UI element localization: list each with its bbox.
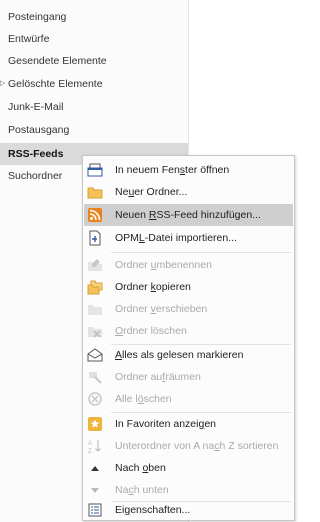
folder-label: Posteingang: [8, 11, 67, 23]
folder-postausgang[interactable]: Postausgang: [0, 119, 188, 141]
menu-item-mark-all-read[interactable]: Alles als gelesen markieren: [84, 344, 293, 366]
menu-item-move-up[interactable]: Nach oben: [84, 457, 293, 479]
menu-item-label: Ordner verschieben: [115, 303, 208, 315]
menu-item-delete-folder[interactable]: Ordner löschen: [84, 320, 293, 342]
triangle-down-icon: [87, 482, 103, 498]
mark-read-icon: [87, 347, 103, 363]
menu-item-sort-subfolders[interactable]: AZ Unterordner von A nach Z sortieren: [84, 435, 293, 457]
folder-gesendete-elemente[interactable]: Gesendete Elemente: [0, 50, 188, 72]
delete-folder-icon: [87, 323, 103, 339]
move-folder-icon: [87, 301, 103, 317]
folder-posteingang[interactable]: Posteingang: [0, 6, 188, 28]
sort-az-icon: AZ: [87, 438, 103, 454]
folder-entwuerfe[interactable]: Entwürfe: [0, 28, 188, 50]
context-menu: In neuem Fenster öffnen Neuer Ordner... …: [82, 155, 295, 521]
menu-item-open-new-window[interactable]: In neuem Fenster öffnen: [84, 159, 293, 181]
copy-folder-icon: [87, 279, 103, 295]
menu-item-label: Ordner umbenennen: [115, 259, 212, 271]
menu-item-label: Ordner kopieren: [115, 281, 191, 293]
menu-item-label: Neuer Ordner...: [115, 186, 188, 198]
menu-item-label: In Favoriten anzeigen: [115, 418, 216, 430]
menu-item-rename-folder[interactable]: Ordner umbenennen: [84, 254, 293, 276]
menu-item-label: OPML-Datei importieren...: [115, 232, 237, 244]
svg-text:Z: Z: [88, 449, 92, 454]
menu-item-label: Nach unten: [115, 484, 169, 496]
menu-item-clean-up-folder[interactable]: Ordner aufräumen: [84, 366, 293, 388]
folder-label: Suchordner: [8, 170, 63, 182]
menu-item-move-down[interactable]: Nach unten: [84, 479, 293, 501]
delete-all-icon: [87, 391, 103, 407]
folder-junk-e-mail[interactable]: Junk-E-Mail: [0, 96, 188, 118]
menu-item-properties[interactable]: Eigenschaften...: [84, 499, 293, 521]
properties-icon: [87, 502, 103, 518]
menu-item-show-in-favorites[interactable]: In Favoriten anzeigen: [84, 413, 293, 435]
clean-up-icon: [87, 369, 103, 385]
menu-item-label: In neuem Fenster öffnen: [115, 164, 230, 176]
folder-label: RSS-Feeds: [8, 148, 64, 160]
svg-text:A: A: [88, 441, 92, 447]
new-folder-icon: [87, 184, 103, 200]
menu-item-delete-all[interactable]: Alle löschen: [84, 388, 293, 410]
menu-item-label: Eigenschaften...: [115, 504, 191, 516]
menu-item-label: Ordner löschen: [115, 325, 187, 337]
open-window-icon: [87, 162, 103, 178]
folder-label: Gelöschte Elemente: [8, 78, 103, 90]
menu-item-label: Nach oben: [115, 462, 166, 474]
menu-item-add-rss-feed[interactable]: Neuen RSS-Feed hinzufügen...: [84, 204, 293, 226]
menu-item-new-folder[interactable]: Neuer Ordner...: [84, 181, 293, 203]
menu-item-label: Ordner aufräumen: [115, 371, 201, 383]
menu-item-copy-folder[interactable]: Ordner kopieren: [84, 276, 293, 298]
menu-item-import-opml[interactable]: OPML-Datei importieren...: [84, 227, 293, 249]
folder-label: Gesendete Elemente: [8, 55, 107, 67]
folder-label: Junk-E-Mail: [8, 101, 64, 113]
folder-label: Entwürfe: [8, 33, 50, 45]
menu-item-label: Alle löschen: [115, 393, 172, 405]
triangle-up-icon: [87, 460, 103, 476]
import-opml-icon: [87, 230, 103, 246]
folder-geloeschte-elemente[interactable]: ▷ Gelöschte Elemente: [0, 73, 188, 95]
expand-arrow-icon[interactable]: ▷: [0, 73, 8, 95]
menu-item-label: Neuen RSS-Feed hinzufügen...: [115, 209, 261, 221]
menu-item-label: Unterordner von A nach Z sortieren: [115, 440, 279, 452]
rename-folder-icon: [87, 257, 103, 273]
folder-label: Postausgang: [8, 124, 70, 136]
rss-icon: [87, 207, 103, 223]
menu-separator: [111, 252, 291, 253]
menu-item-label: Alles als gelesen markieren: [115, 349, 244, 361]
menu-item-move-folder[interactable]: Ordner verschieben: [84, 298, 293, 320]
favorite-star-icon: [87, 416, 103, 432]
